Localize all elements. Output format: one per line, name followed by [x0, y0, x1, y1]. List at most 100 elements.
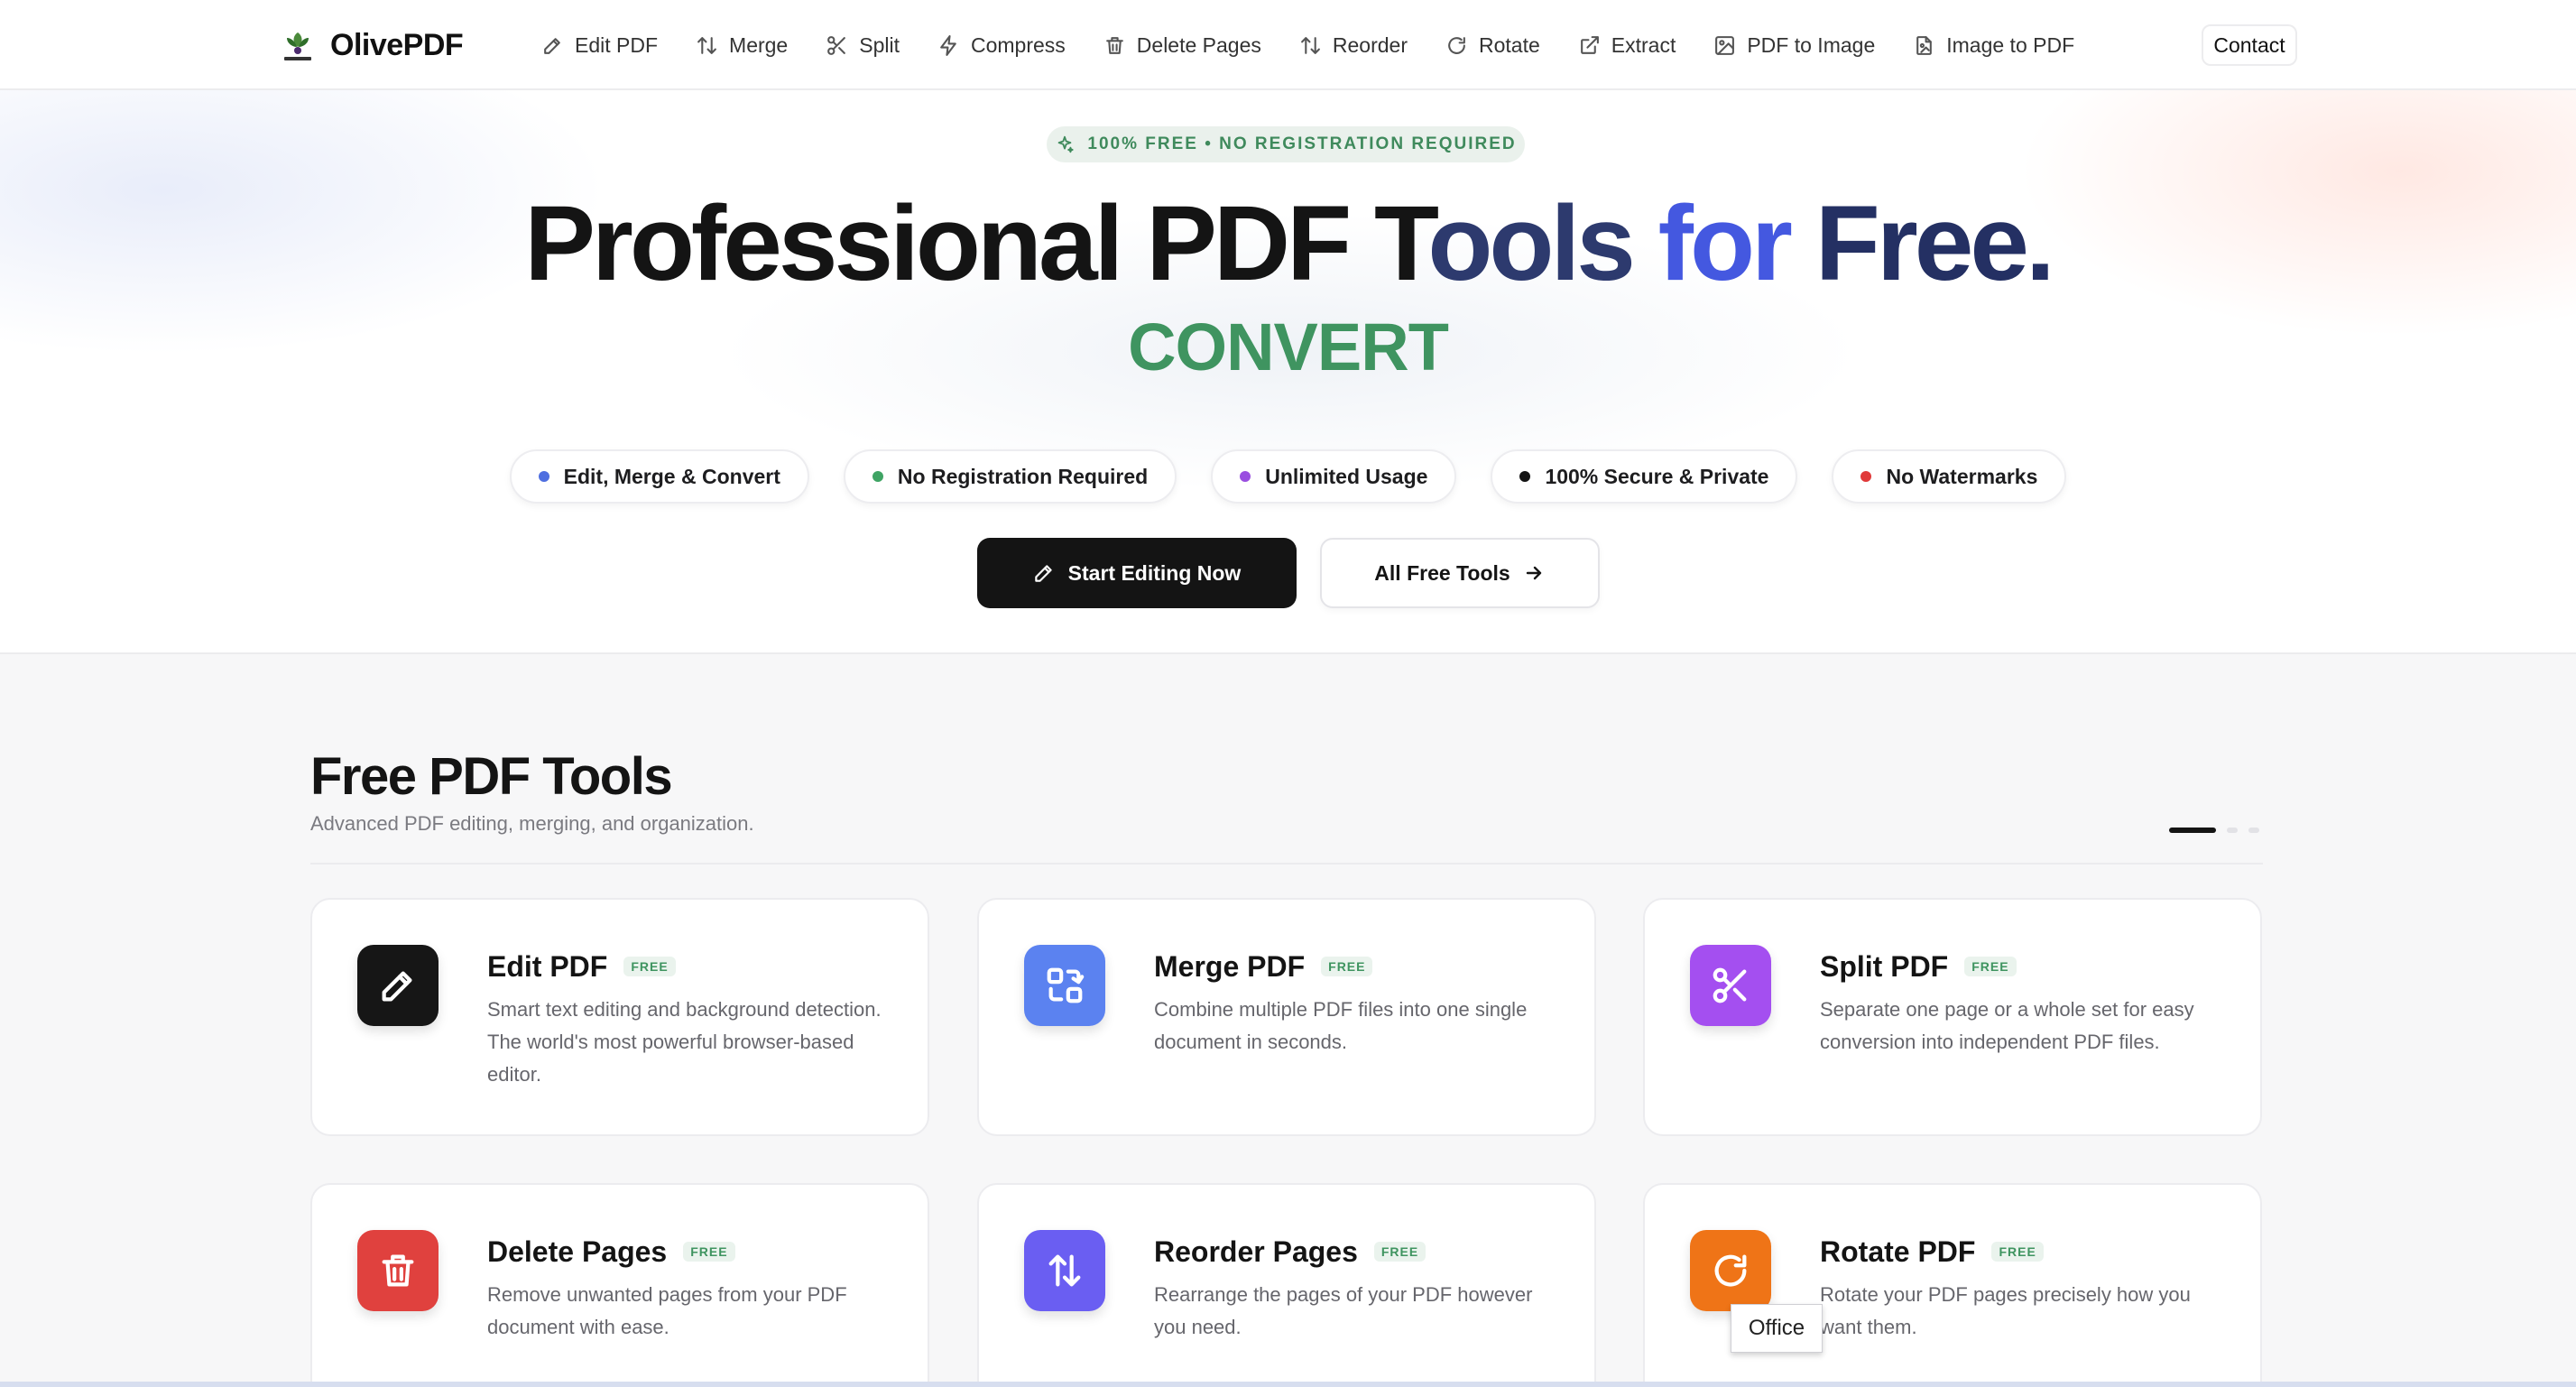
tool-card-title: Rotate PDF: [1820, 1234, 1976, 1268]
tool-card-merge-pdf[interactable]: Merge PDF FREE Combine multiple PDF file…: [977, 898, 1596, 1136]
tool-card-head: Split PDF FREE: [1820, 947, 2017, 986]
feature-pill: Edit, Merge & Convert: [509, 449, 809, 504]
trash-icon: [382, 1254, 414, 1287]
tool-card-edit-pdf[interactable]: Edit PDF FREE Smart text editing and bac…: [310, 898, 929, 1136]
taskbar-edge: [0, 1382, 2576, 1387]
free-tag: FREE: [1373, 1242, 1426, 1262]
pill-dot: [1860, 471, 1872, 482]
pill-dot: [872, 471, 883, 482]
free-badge: 100% FREE • NO REGISTRATION REQUIRED: [1047, 126, 1525, 162]
tool-card-head: Rotate PDF FREE: [1820, 1232, 2044, 1271]
free-tag: FREE: [1964, 957, 2017, 976]
hero-section: 100% FREE • NO REGISTRATION REQUIRED Pro…: [0, 90, 2576, 654]
image-icon: [1715, 35, 1735, 55]
feature-pills: Edit, Merge & Convert No Registration Re…: [0, 449, 2576, 504]
contact-button[interactable]: Contact: [2202, 24, 2297, 66]
free-badge-text: 100% FREE • NO REGISTRATION REQUIRED: [1087, 134, 1517, 153]
pill-label: Unlimited Usage: [1265, 464, 1428, 488]
cta-row: Start Editing Now All Free Tools: [0, 538, 2576, 608]
free-tag: FREE: [1991, 1242, 2044, 1262]
rotate-icon: [1448, 36, 1465, 54]
nav-link-reorder[interactable]: Reorder: [1299, 33, 1408, 58]
tool-card-title: Delete Pages: [487, 1234, 668, 1268]
olive-logo-icon: [284, 32, 311, 60]
pill-label: 100% Secure & Private: [1545, 464, 1769, 488]
pencil-icon: [544, 37, 560, 54]
tool-card-split-pdf[interactable]: Split PDF FREE Separate one page or a wh…: [1643, 898, 2262, 1136]
hero-rotating-word: CONVERT: [1128, 310, 1449, 384]
tool-card-rotate-pdf[interactable]: Rotate PDF FREE Rotate your PDF pages pr…: [1643, 1183, 2262, 1387]
nav-link-label: Reorder: [1332, 32, 1408, 57]
pill-label: Edit, Merge & Convert: [563, 464, 780, 488]
tool-icon-box: [1690, 945, 1771, 1026]
nav-link-pdf-to-image[interactable]: PDF to Image: [1713, 33, 1875, 58]
hero-title-part3: for: [1657, 184, 1815, 303]
brand-name: OlivePDF: [330, 27, 464, 62]
pencil-icon: [382, 971, 412, 1002]
external-link-icon: [1580, 35, 1599, 54]
carousel-dot-active[interactable]: [2169, 828, 2216, 833]
nav-link-extract[interactable]: Extract: [1578, 33, 1676, 58]
scissors-icon: [1713, 967, 1747, 1003]
tool-card-head: Reorder Pages FREE: [1154, 1232, 1426, 1271]
hero-title-part2: ools: [1427, 184, 1658, 303]
brand[interactable]: OlivePDF: [280, 23, 464, 67]
nav-link-label: Rotate: [1479, 32, 1540, 57]
nav-link-image-to-pdf[interactable]: Image to PDF: [1913, 33, 2074, 58]
arrows-up-down-icon: [1300, 36, 1320, 54]
start-editing-label: Start Editing Now: [1067, 560, 1242, 585]
tool-icon-box: [1024, 1230, 1105, 1311]
tool-card-description: Rotate your PDF pages precisely how you …: [1820, 1283, 2191, 1338]
nav-link-delete-pages[interactable]: Delete Pages: [1103, 33, 1261, 58]
nav-link-edit-pdf[interactable]: Edit PDF: [541, 33, 658, 58]
tool-card-description: Separate one page or a whole set for eas…: [1820, 998, 2194, 1053]
tool-card-delete-pages[interactable]: Delete Pages FREE Remove unwanted pages …: [310, 1183, 929, 1387]
pill-dot: [1519, 471, 1531, 482]
pill-dot: [1240, 471, 1251, 482]
nav-link-label: Merge: [729, 32, 789, 57]
tool-card-description: Smart text editing and background detect…: [487, 998, 882, 1086]
tooltip: Office: [1731, 1304, 1823, 1353]
tools-section-subtitle: Advanced PDF editing, merging, and organ…: [310, 812, 754, 835]
tool-card-head: Edit PDF FREE: [487, 947, 676, 986]
nav-link-label: Image to PDF: [1946, 32, 2075, 57]
sparkles-icon: [1058, 135, 1074, 153]
arrow-right-icon: [1526, 566, 1541, 580]
carousel-dot[interactable]: [2227, 828, 2238, 833]
tools-section-title: Free PDF Tools: [310, 747, 673, 806]
all-free-tools-button[interactable]: All Free Tools: [1319, 538, 1600, 608]
carousel-indicator: [2169, 828, 2259, 833]
hero-title-part1: Professional PDF T: [524, 184, 1431, 303]
carousel-dot[interactable]: [2248, 828, 2259, 833]
start-editing-button[interactable]: Start Editing Now: [976, 538, 1297, 608]
tool-icon-box: [357, 945, 439, 1026]
tool-card-description: Rearrange the pages of your PDF however …: [1154, 1283, 1533, 1338]
tool-icon-box: [357, 1230, 439, 1311]
nav-link-label: Extract: [1611, 32, 1676, 57]
trash-icon: [1105, 36, 1123, 54]
tool-card-title: Merge PDF: [1154, 949, 1306, 983]
free-tag: FREE: [1321, 957, 1373, 976]
tool-icon-box: [1024, 945, 1105, 1026]
nav-link-split[interactable]: Split: [826, 33, 900, 58]
nav-link-label: Delete Pages: [1136, 32, 1261, 57]
nav-link-rotate[interactable]: Rotate: [1445, 33, 1540, 58]
nav-links: Edit PDF Merge Split Compress Delete Pag…: [541, 25, 2074, 65]
arrows-up-down-icon: [1048, 1254, 1081, 1287]
file-image-icon: [1916, 35, 1933, 55]
tool-icon-box: [1690, 1230, 1771, 1311]
nav-link-compress[interactable]: Compress: [937, 33, 1066, 58]
pencil-icon: [1034, 565, 1052, 582]
tool-card-description: Remove unwanted pages from your PDF docu…: [487, 1283, 847, 1338]
tool-card-title: Edit PDF: [487, 949, 608, 983]
nav-link-label: PDF to Image: [1747, 32, 1876, 57]
merge-icon: [1047, 967, 1085, 1003]
nav-link-merge[interactable]: Merge: [696, 33, 788, 58]
tool-card-reorder-pages[interactable]: Reorder Pages FREE Rearrange the pages o…: [977, 1183, 1596, 1387]
free-tag: FREE: [623, 957, 676, 976]
pill-dot: [538, 471, 549, 482]
feature-pill: No Watermarks: [1832, 449, 2067, 504]
tool-card-head: Delete Pages FREE: [487, 1232, 735, 1271]
hero-title-part4: Free.: [1814, 184, 2055, 303]
lightning-icon: [940, 34, 956, 56]
